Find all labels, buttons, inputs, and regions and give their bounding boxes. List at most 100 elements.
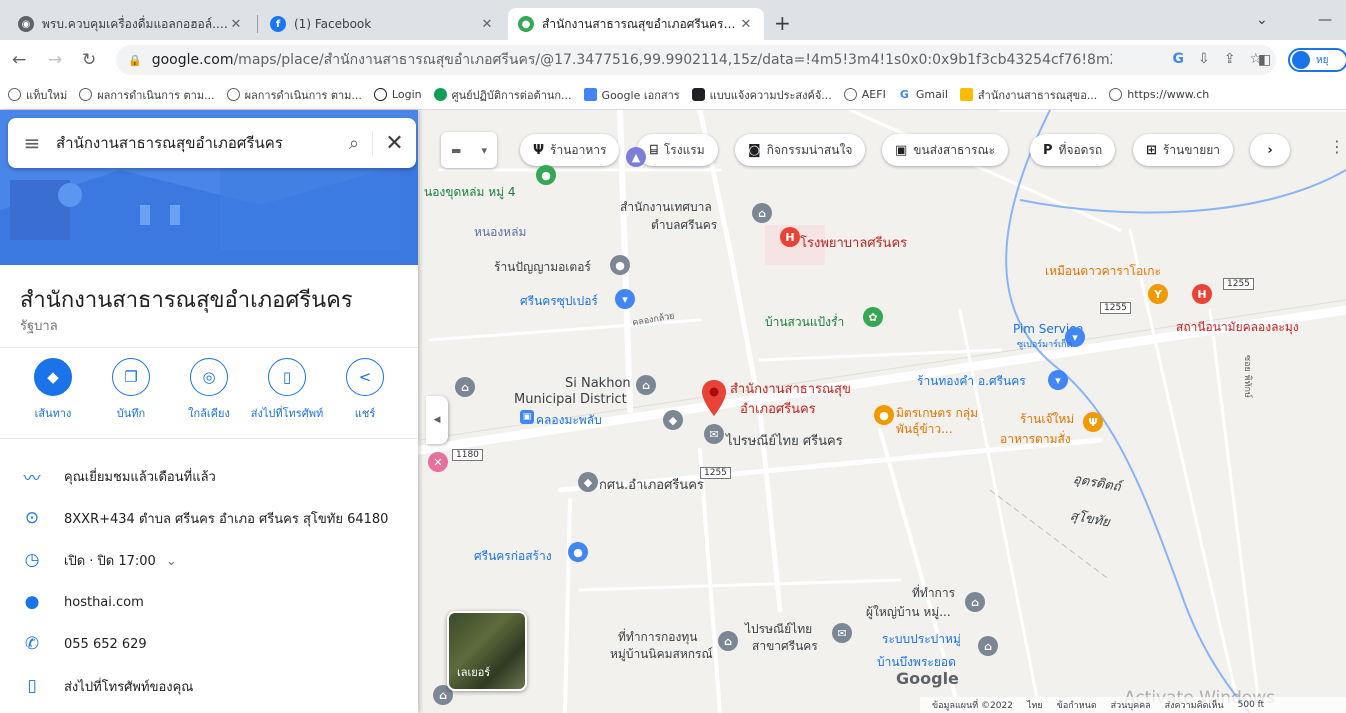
- school-icon[interactable]: ◆: [663, 410, 683, 430]
- new-tab-button[interactable]: +: [774, 13, 791, 33]
- government-icon[interactable]: ⌂: [978, 636, 998, 656]
- post-office-icon[interactable]: ✉: [704, 424, 724, 444]
- close-icon[interactable]: ✕: [738, 17, 754, 32]
- send-phone-row[interactable]: ▯ ส่งไปที่โทรศัพท์ของคุณ: [0, 666, 418, 706]
- back-icon[interactable]: ←: [12, 50, 26, 70]
- hospital-icon[interactable]: H: [780, 227, 800, 247]
- map-label: ร้านเจ๊ใหม่: [1020, 412, 1075, 426]
- hospital-icon[interactable]: H: [1192, 284, 1212, 304]
- government-icon[interactable]: ⌂: [455, 377, 475, 397]
- map-label: โรงพยาบาลศรีนคร: [800, 236, 908, 251]
- bookmark-item[interactable]: G Gmail: [898, 88, 948, 101]
- chip-transit[interactable]: ▣ ขนส่งสาธารณะ: [882, 134, 1009, 166]
- chips-next-button[interactable]: ›: [1250, 134, 1290, 166]
- share-page-icon[interactable]: ⇪: [1224, 51, 1236, 67]
- nearby-button[interactable]: ◎ ใกล้เคียง: [174, 358, 244, 422]
- divider: [0, 347, 418, 348]
- collapse-panel-button[interactable]: ◀: [426, 396, 448, 444]
- bookmark-label: https://www.ch: [1127, 88, 1210, 101]
- more-options-icon[interactable]: ⋮: [1329, 137, 1345, 156]
- post-office-icon[interactable]: ✉: [832, 623, 852, 643]
- restaurant-icon[interactable]: Ψ: [1083, 412, 1103, 432]
- share-button[interactable]: < แชร์: [330, 358, 400, 422]
- address-row[interactable]: ⊙ 8XXR+434 ตำบล ศรีนคร อำเภอ ศรีนคร สุโข…: [0, 498, 418, 538]
- region-link[interactable]: ไทย: [1027, 698, 1043, 712]
- bar-icon[interactable]: Y: [1148, 284, 1168, 304]
- google-translate-icon[interactable]: G: [1172, 51, 1184, 67]
- shop-icon[interactable]: ●: [874, 405, 894, 425]
- place-photo[interactable]: ≡ สำนักงานสาธารณสุขอำเภอศรีนคร ⌕ ✕: [0, 110, 418, 265]
- bookmark-item[interactable]: Google เอกสาร: [583, 86, 680, 104]
- government-icon[interactable]: ⌂: [636, 375, 656, 395]
- bookmark-item[interactable]: แบบแจ้งความประสงค์จั...: [691, 86, 832, 104]
- address-text: 8XXR+434 ตำบล ศรีนคร อำเภอ ศรีนคร สุโขทั…: [64, 511, 389, 527]
- government-icon[interactable]: ⌂: [752, 203, 772, 223]
- save-button[interactable]: ❐ บันทึก: [96, 358, 166, 422]
- government-icon[interactable]: ⌂: [965, 592, 985, 612]
- minimize-icon[interactable]: —: [1318, 12, 1332, 28]
- park-icon[interactable]: ●: [536, 165, 556, 185]
- send-to-phone-button[interactable]: ▯ ส่งไปที่โทรศัพท์: [251, 358, 323, 422]
- close-icon[interactable]: ✕: [372, 130, 416, 156]
- terms-link[interactable]: ข้อกำหนด: [1057, 698, 1097, 712]
- tab-maps[interactable]: ● สำนักงานสาธารณสุขอำเภอศรีนคร - G ✕: [508, 8, 764, 40]
- government-icon[interactable]: ⌂: [718, 631, 738, 651]
- reload-icon[interactable]: ↻: [82, 50, 96, 70]
- layers-label: เลเยอร์: [457, 666, 491, 679]
- divider: [0, 438, 418, 439]
- address-bar[interactable]: 🔒 google.com/maps/place/สำนักงานสาธารณสุ…: [116, 45, 1276, 75]
- clock-icon: ◷: [24, 550, 40, 570]
- profile-button[interactable]: หยุ: [1288, 48, 1346, 72]
- bookmark-item[interactable]: สำนักงานสาธารณสุขอ...: [959, 86, 1097, 104]
- layers-button[interactable]: เลเยอร์: [447, 611, 527, 691]
- chip-parking[interactable]: P ที่จอดรถ: [1030, 134, 1116, 166]
- temple-icon[interactable]: ▲: [626, 147, 646, 167]
- bookmark-item[interactable]: https://www.ch: [1109, 88, 1209, 101]
- search-icon[interactable]: ⌕: [336, 133, 372, 154]
- bookmark-item[interactable]: ศูนย์ปฏิบัติการต่อต้านก...: [433, 86, 572, 104]
- school-icon[interactable]: ◆: [578, 472, 598, 492]
- hours-row[interactable]: ◷ เปิด · ปิด 17:00 ⌄: [0, 540, 418, 580]
- phone-row[interactable]: ✆ 055 652 629: [0, 624, 418, 664]
- selected-place-pin-icon[interactable]: [702, 380, 726, 416]
- install-icon[interactable]: ⇩: [1198, 51, 1210, 67]
- bus-stop-icon[interactable]: ▣: [520, 410, 534, 424]
- keyboard-input-button[interactable]: ▬ ▾: [441, 132, 497, 168]
- flower-icon[interactable]: ✿: [863, 307, 883, 327]
- privacy-link[interactable]: ส่วนบุคคล: [1111, 698, 1151, 712]
- shopping-cart-icon[interactable]: ▾: [615, 289, 635, 309]
- shop-icon[interactable]: ●: [568, 542, 588, 562]
- menu-icon[interactable]: ≡: [8, 131, 56, 155]
- shop-icon[interactable]: ●: [610, 255, 630, 275]
- close-icon[interactable]: ✕: [228, 17, 244, 32]
- tab-pdf[interactable]: ◉ พรบ.ควบคุมเครื่องดื่มแอลกอฮอล์.pdf ✕: [8, 8, 254, 40]
- bookmark-item[interactable]: AEFI: [843, 88, 886, 101]
- address-url[interactable]: google.com/maps/place/สำนักงานสาธารณสุขอ…: [152, 49, 1112, 71]
- hours-text: เปิด · ปิด 17:00 ⌄: [64, 550, 177, 571]
- shopping-icon[interactable]: ✕: [428, 452, 448, 472]
- chip-attractions[interactable]: ◙ กิจกรรมน่าสนใจ: [735, 134, 866, 166]
- bookmark-item[interactable]: ผลการดำเนินการ ตาม...: [79, 86, 215, 104]
- visited-row[interactable]: 〰 คุณเยี่ยมชมแล้วเดือนที่แล้ว: [0, 456, 418, 496]
- url-path: /maps/place/สำนักงานสาธารณสุขอำเภอศรีนคร…: [233, 52, 1111, 68]
- bookmark-item[interactable]: แท็บใหม่: [8, 86, 67, 104]
- chevron-down-icon[interactable]: ⌄: [166, 554, 177, 569]
- search-input[interactable]: สำนักงานสาธารณสุขอำเภอศรีนคร: [56, 131, 336, 155]
- chip-hotel[interactable]: ⌸ โรงแรม: [637, 134, 718, 166]
- tab-facebook[interactable]: f (1) Facebook ✕: [260, 8, 505, 40]
- forward-icon[interactable]: →: [48, 50, 62, 70]
- directions-button[interactable]: ◆ เส้นทาง: [18, 358, 88, 422]
- website-row[interactable]: ● hosthai.com: [0, 582, 418, 622]
- shopping-cart-icon[interactable]: ▾: [1048, 370, 1068, 390]
- chip-pharmacy[interactable]: ⊞ ร้านขายยา: [1133, 134, 1234, 166]
- bookmark-label: ผลการดำเนินการ ตาม...: [97, 88, 215, 102]
- feedback-link[interactable]: ส่งความคิดเห็น: [1165, 698, 1224, 712]
- chip-restaurant[interactable]: Ψ ร้านอาหาร: [520, 134, 620, 166]
- sidebar-toggle-icon[interactable]: ◧: [1258, 50, 1271, 70]
- tab-search-icon[interactable]: ⌄: [1256, 12, 1268, 28]
- bookmark-item[interactable]: Login: [373, 88, 422, 101]
- search-box[interactable]: ≡ สำนักงานสาธารณสุขอำเภอศรีนคร ⌕ ✕: [8, 118, 416, 168]
- place-category[interactable]: รัฐบาล: [20, 315, 58, 336]
- bookmark-item[interactable]: ผลการดำเนินการ ตาม...: [226, 86, 362, 104]
- close-icon[interactable]: ✕: [479, 17, 495, 32]
